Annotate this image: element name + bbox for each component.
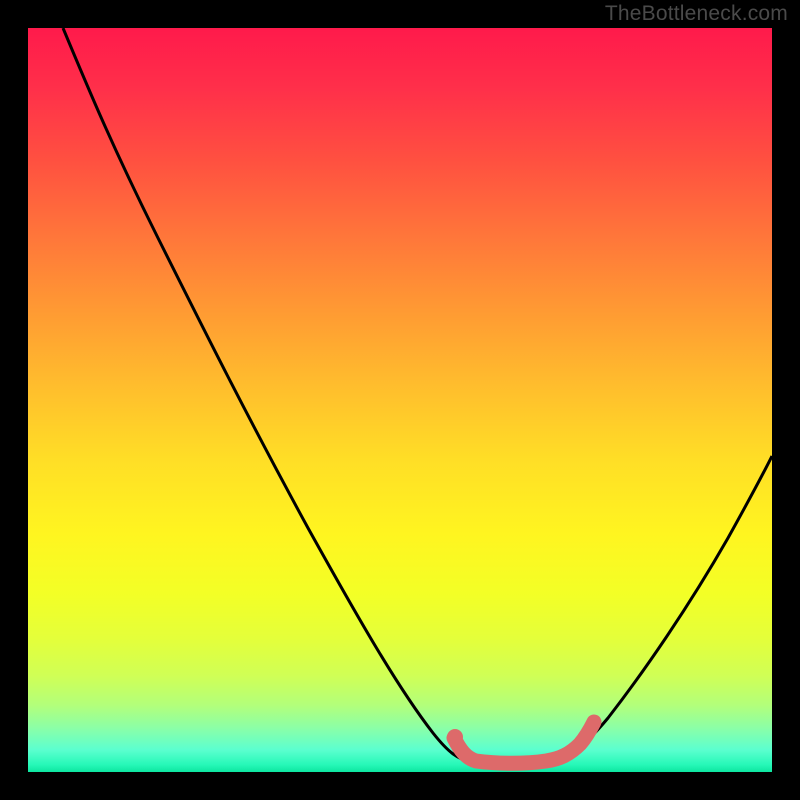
chart-svg [28,28,772,772]
bottleneck-curve-path [63,28,772,763]
optimal-start-marker [447,729,463,745]
optimal-zone-highlight-path [454,722,594,763]
watermark-text: TheBottleneck.com [605,2,788,26]
chart-frame: TheBottleneck.com [0,0,800,800]
chart-plot-area [28,28,772,772]
